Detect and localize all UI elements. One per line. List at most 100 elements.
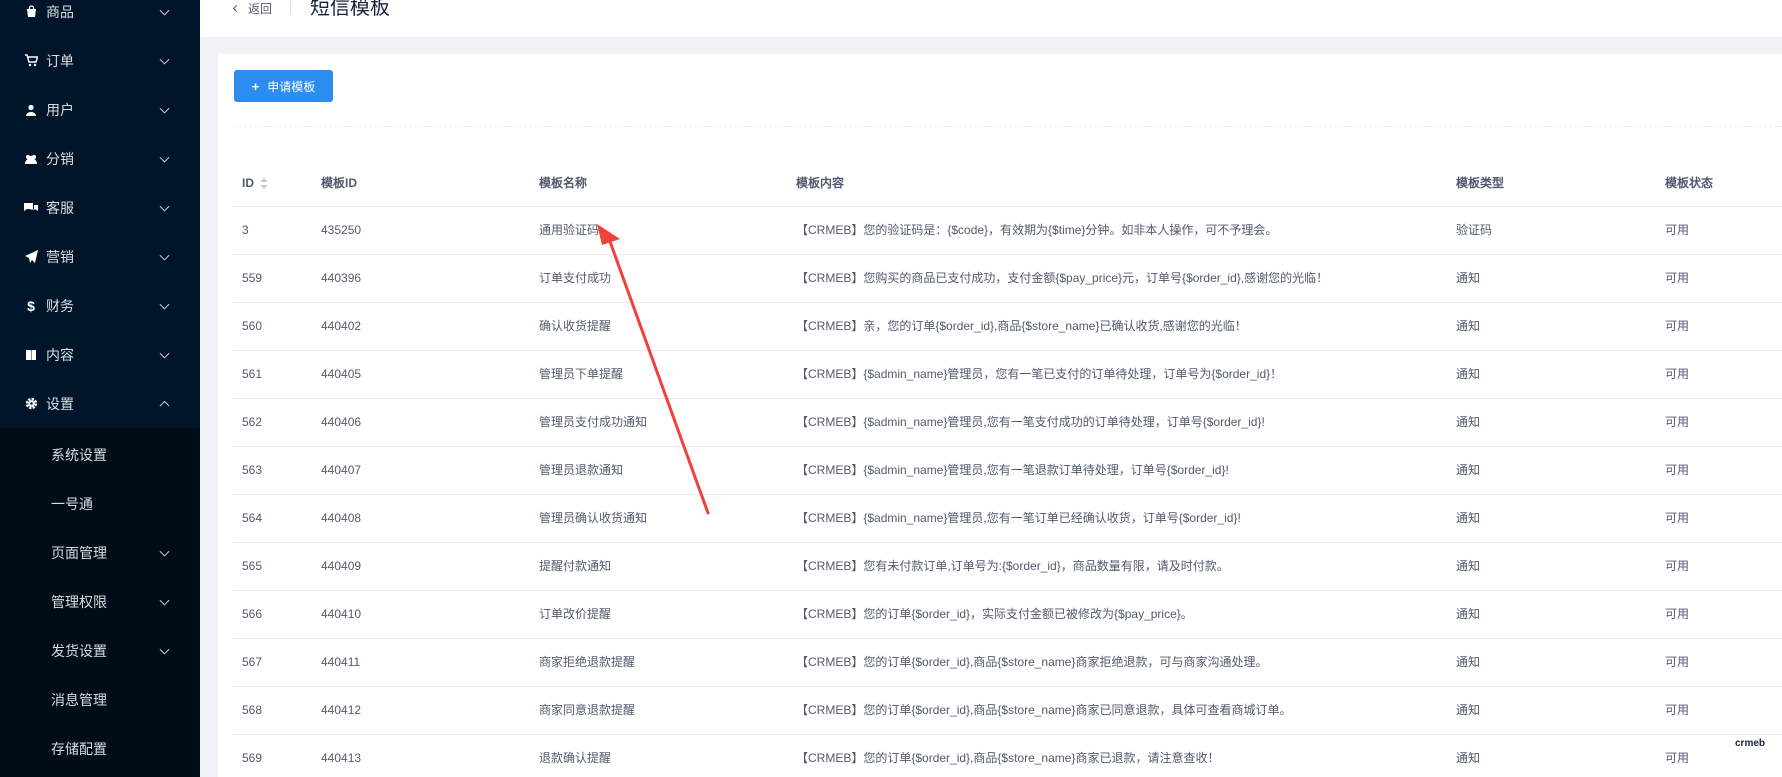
sidebar-item-settings[interactable]: 设置 xyxy=(0,379,200,428)
sidebar-subitem-permissions[interactable]: 管理权限 xyxy=(0,577,200,626)
sidebar-item-label: 用户 xyxy=(46,101,74,118)
back-label: 返回 xyxy=(248,1,273,16)
sidebar-subitem-message-management[interactable]: 消息管理 xyxy=(0,675,200,724)
sidebar-item-label: 财务 xyxy=(46,297,74,314)
chevron-down-icon xyxy=(159,54,170,65)
cell-template-status: 可用 xyxy=(1665,415,1690,429)
cell-id: 569 xyxy=(242,751,263,765)
cell-template-type: 通知 xyxy=(1456,463,1481,477)
cell-template-content: 【CRMEB】您的订单{$order_id},商品{$store_name}商家… xyxy=(796,703,1292,717)
sidebar-subitem-storage-config[interactable]: 存储配置 xyxy=(0,724,200,773)
cell-template-id: 435250 xyxy=(321,223,362,237)
cell-template-name: 订单改价提醒 xyxy=(539,607,612,621)
cell-template-type: 通知 xyxy=(1456,511,1481,525)
cell-template-type: 通知 xyxy=(1456,271,1481,285)
cell-template-id: 440407 xyxy=(321,463,362,477)
sort-icon[interactable] xyxy=(260,177,268,190)
page-header: 返回 短信模板 xyxy=(200,0,1782,37)
table-header: ID 模板ID 模板名称 模板内容 模板类型 模板状态 xyxy=(234,159,1782,207)
cell-template-name: 商家拒绝退款提醒 xyxy=(539,655,636,669)
user-icon xyxy=(24,103,38,117)
sidebar-item-label: 订单 xyxy=(46,52,74,69)
cell-template-name: 提醒付款通知 xyxy=(539,559,612,573)
cell-template-content: 【CRMEB】您有未付款订单,订单号为:{$order_id}，商品数量有限，请… xyxy=(796,559,1229,573)
cell-template-type: 通知 xyxy=(1456,319,1481,333)
sidebar-item-label: 系统设置 xyxy=(51,446,107,463)
chevron-down-icon xyxy=(159,546,170,557)
cell-template-id: 440402 xyxy=(321,319,362,333)
cell-template-id: 440408 xyxy=(321,511,362,525)
sidebar-item-goods[interactable]: 商品 xyxy=(0,0,200,36)
shopping-bag-icon xyxy=(24,5,38,19)
table-row: 560 440402 确认收货提醒 【CRMEB】亲，您的订单{$order_i… xyxy=(234,303,1782,351)
cell-template-name: 管理员确认收货通知 xyxy=(539,511,648,525)
sidebar-item-label: 客服 xyxy=(46,199,74,216)
column-header-template-content: 模板内容 xyxy=(796,176,845,190)
cell-template-status: 可用 xyxy=(1665,559,1690,573)
chevron-down-icon xyxy=(159,595,170,606)
chevron-down-icon xyxy=(159,201,170,212)
chat-icon xyxy=(24,201,38,215)
cell-template-type: 验证码 xyxy=(1456,223,1493,237)
sidebar-item-distribution[interactable]: 分销 xyxy=(0,134,200,183)
cell-template-status: 可用 xyxy=(1665,223,1690,237)
cell-template-content: 【CRMEB】亲，您的订单{$order_id},商品{$store_name}… xyxy=(796,319,1247,333)
cell-template-id: 440406 xyxy=(321,415,362,429)
sidebar-item-label: 管理权限 xyxy=(51,593,107,610)
cell-template-type: 通知 xyxy=(1456,607,1481,621)
column-header-id[interactable]: ID xyxy=(242,159,268,207)
book-icon xyxy=(24,348,38,362)
sidebar-item-label: 内容 xyxy=(46,346,74,363)
cell-id: 561 xyxy=(242,367,263,381)
cell-template-content: 【CRMEB】您的订单{$order_id}，实际支付金额已被修改为{$pay_… xyxy=(796,607,1193,621)
sidebar-subitem-page-management[interactable]: 页面管理 xyxy=(0,528,200,577)
cell-template-id: 440409 xyxy=(321,559,362,573)
chevron-down-icon xyxy=(159,644,170,655)
cell-template-content: 【CRMEB】您的订单{$order_id},商品{$store_name}商家… xyxy=(796,655,1268,669)
cell-template-status: 可用 xyxy=(1665,655,1690,669)
cell-template-status: 可用 xyxy=(1665,511,1690,525)
sidebar-item-orders[interactable]: 订单 xyxy=(0,36,200,85)
sidebar-item-label: 设置 xyxy=(46,395,74,412)
sidebar-item-label: 营销 xyxy=(46,248,74,265)
cell-template-name: 商家同意退款提醒 xyxy=(539,703,636,717)
cell-template-status: 可用 xyxy=(1665,751,1690,765)
chevron-down-icon xyxy=(159,103,170,114)
sidebar-subitem-system-settings[interactable]: 系统设置 xyxy=(0,430,200,479)
back-link[interactable]: 返回 xyxy=(232,0,273,16)
cell-template-name: 管理员支付成功通知 xyxy=(539,415,648,429)
sidebar-item-label: 发货设置 xyxy=(51,642,107,659)
sidebar-item-finance[interactable]: $ 财务 xyxy=(0,281,200,330)
cell-template-content: 【CRMEB】您的验证码是：{$code}，有效期为{$time}分钟。如非本人… xyxy=(796,223,1278,237)
cell-template-type: 通知 xyxy=(1456,559,1481,573)
cell-template-name: 通用验证码 xyxy=(539,223,600,237)
sidebar-item-customer-service[interactable]: 客服 xyxy=(0,183,200,232)
cell-template-id: 440412 xyxy=(321,703,362,717)
table-row: 559 440396 订单支付成功 【CRMEB】您购买的商品已支付成功，支付金… xyxy=(234,255,1782,303)
cell-template-id: 440410 xyxy=(321,607,362,621)
sidebar-subitem-one-pass[interactable]: 一号通 xyxy=(0,479,200,528)
cell-template-content: 【CRMEB】{$admin_name}管理员,您有一笔支付成功的订单待处理，订… xyxy=(796,415,1265,429)
watermark-logo: crmeb xyxy=(1735,738,1766,749)
cell-template-status: 可用 xyxy=(1665,367,1690,381)
content-card: + 申请模板 ID 模板ID 模板名称 模板内容 模板类型 模板状态 3 435… xyxy=(218,54,1782,777)
sidebar-item-label: 商品 xyxy=(46,3,74,20)
cell-template-name: 订单支付成功 xyxy=(539,271,612,285)
gear-icon xyxy=(24,397,38,411)
table-row: 566 440410 订单改价提醒 【CRMEB】您的订单{$order_id}… xyxy=(234,591,1782,639)
chevron-up-icon xyxy=(159,400,170,411)
cell-id: 564 xyxy=(242,511,263,525)
chevron-down-icon xyxy=(159,152,170,163)
cell-id: 565 xyxy=(242,559,263,573)
cell-template-status: 可用 xyxy=(1665,271,1690,285)
cell-id: 562 xyxy=(242,415,263,429)
sidebar-item-marketing[interactable]: 营销 xyxy=(0,232,200,281)
divider xyxy=(234,126,1782,127)
table-row: 567 440411 商家拒绝退款提醒 【CRMEB】您的订单{$order_i… xyxy=(234,639,1782,687)
sidebar-item-content[interactable]: 内容 xyxy=(0,330,200,379)
cell-id: 568 xyxy=(242,703,263,717)
apply-template-button[interactable]: + 申请模板 xyxy=(234,70,333,102)
chevron-left-icon xyxy=(232,4,241,12)
sidebar-item-users[interactable]: 用户 xyxy=(0,85,200,134)
sidebar-subitem-shipping-settings[interactable]: 发货设置 xyxy=(0,626,200,675)
